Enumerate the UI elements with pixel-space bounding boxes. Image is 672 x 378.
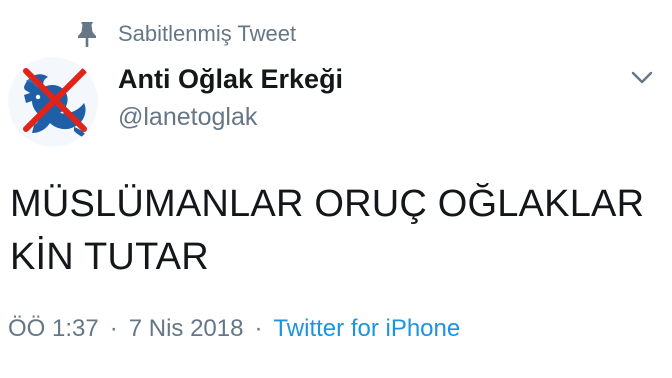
tweet-source-link[interactable]: Twitter for iPhone	[273, 312, 460, 346]
meta-separator: ·	[109, 315, 118, 342]
author-display-name[interactable]: Anti Oğlak Erkeği	[118, 62, 343, 96]
tweet-meta: ÖÖ 1:37 · 7 Nis 2018 · Twitter for iPhon…	[8, 312, 460, 346]
capricorn-crossed-out-avatar	[8, 57, 98, 147]
author-handle[interactable]: @lanetoglak	[118, 100, 343, 134]
pinned-tweet-indicator: Sabitlenmiş Tweet	[74, 18, 296, 50]
pin-icon	[74, 19, 100, 49]
tweet-time[interactable]: ÖÖ 1:37	[8, 312, 99, 346]
tweet-date[interactable]: 7 Nis 2018	[129, 312, 244, 346]
avatar[interactable]	[8, 57, 98, 147]
tweet-menu-button[interactable]	[628, 66, 656, 90]
chevron-down-icon	[631, 71, 653, 84]
tweet-author[interactable]: Anti Oğlak Erkeği @lanetoglak	[118, 62, 343, 134]
tweet-text: MÜSLÜMANLAR ORUÇ OĞLAKLAR KİN TUTAR	[10, 183, 645, 278]
pinned-label: Sabitlenmiş Tweet	[118, 21, 297, 46]
meta-separator: ·	[254, 315, 263, 342]
